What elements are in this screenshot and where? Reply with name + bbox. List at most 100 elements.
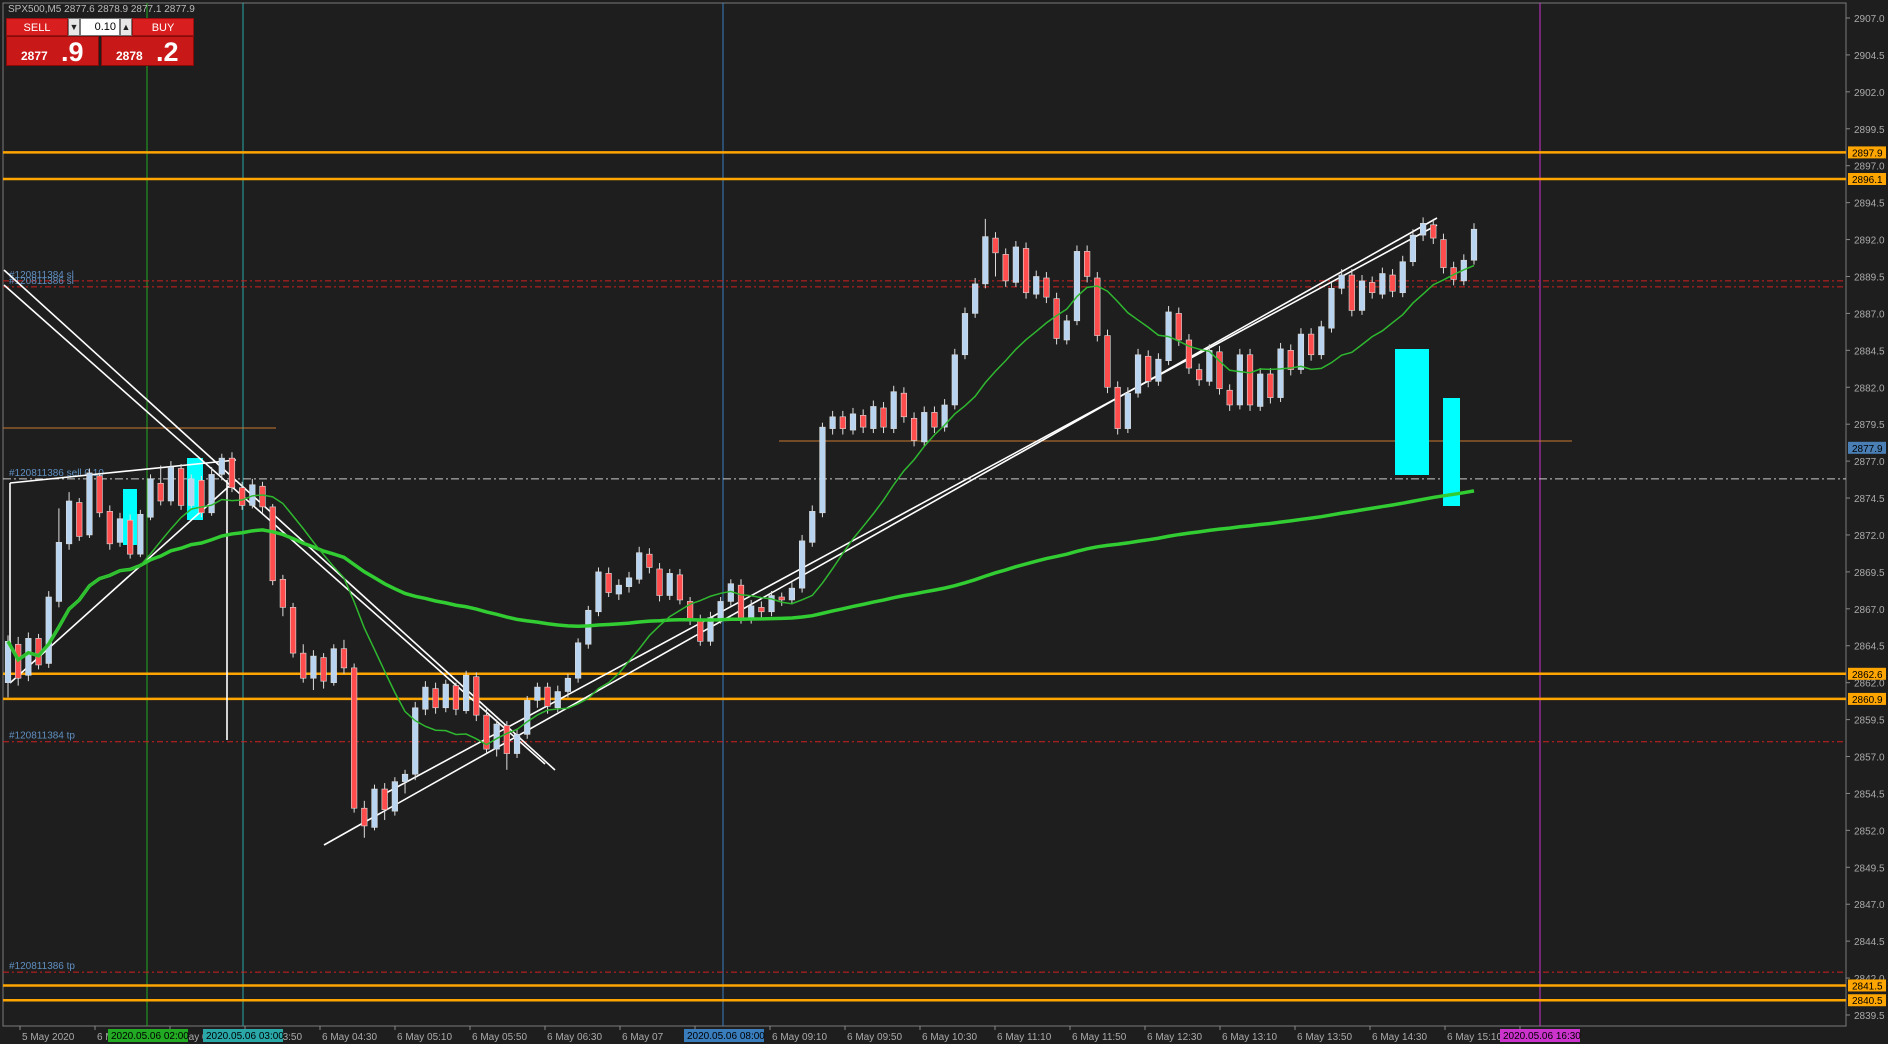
candle-body [514,734,520,753]
candle-body [718,601,724,619]
candle-body [616,585,622,594]
candle-body [239,488,245,506]
candle-body [1054,299,1060,339]
y-tick-label: 2894.5 [1854,199,1885,210]
candle-body [789,588,795,600]
candle-body [1288,350,1294,369]
candle-body [1207,350,1213,381]
candle-body [1339,275,1345,288]
price-tag-label: 2896.1 [1852,175,1883,186]
sell-price-box[interactable]: 2877 .9 [6,36,99,66]
lot-size-input[interactable]: 0.10 [80,18,120,36]
y-tick-label: 2874.5 [1854,494,1885,505]
candle-body [56,542,62,601]
sell-price-fraction: .9 [61,37,84,68]
candle-body [1410,235,1416,262]
candle-body [901,393,907,417]
price-tag-label: 2877.9 [1852,444,1883,455]
candle-body [881,408,887,427]
candle-body [820,427,826,513]
candle-body [1227,390,1233,405]
lot-increase-icon[interactable]: ▲ [120,18,132,36]
price-chart[interactable]: #120811384 sl#120811386 sl#120811384 tp#… [0,0,1888,1044]
candle-body [188,479,194,506]
candle-body [76,502,82,536]
candle-body [952,355,958,405]
candle-body [647,554,653,567]
candle-body [1430,225,1436,238]
candle-body [657,569,663,596]
candle-body [606,573,612,592]
candle-body [738,585,744,619]
candle-body [748,606,754,619]
x-tick-label: 6 May 09:50 [847,1032,902,1043]
candle-body [1064,321,1070,340]
y-tick-label: 2877.0 [1854,457,1885,468]
buy-button[interactable]: BUY [132,18,194,36]
sell-price-main: 2877 [21,49,48,63]
candle-body [87,473,93,535]
x-tick-label: 6 May 06:30 [547,1032,602,1043]
candle-body [117,519,123,543]
y-tick-label: 2884.5 [1854,346,1885,357]
candle-body [1257,374,1263,406]
candle-body [260,486,266,507]
time-highlight-label: 2020.05.06 02:00 [111,1031,189,1042]
order-line-label: #120811386 sl [9,276,74,287]
y-tick-label: 2854.5 [1854,789,1885,800]
candle-body [840,417,846,429]
candle-body [575,643,581,678]
y-tick-label: 2847.0 [1854,900,1885,911]
x-tick-label: 6 May 11:50 [1072,1032,1127,1043]
candle-body [107,511,113,543]
candle-body [311,656,317,678]
candle-body [1441,240,1447,268]
candle-body [911,418,917,440]
lot-decrease-icon[interactable]: ▼ [68,18,80,36]
candle-body [341,649,347,668]
candle-body [362,808,368,826]
order-line-label: #120811384 tp [9,731,75,742]
candle-body [412,708,418,774]
candle-body [351,668,357,808]
y-tick-label: 2872.0 [1854,531,1885,542]
candle-body [300,653,306,678]
candle-body [66,501,72,544]
candle-body [1115,387,1121,428]
candle-body [779,597,785,600]
time-highlight-label: 2020.05.06 08:00 [687,1031,765,1042]
candle-body [1420,223,1426,235]
candle-body [1125,393,1131,428]
buy-price-box[interactable]: 2878 .2 [101,36,194,66]
candle-body [46,597,52,663]
y-tick-label: 2902.0 [1854,88,1885,99]
candle-body [799,541,805,588]
y-tick-label: 2887.0 [1854,309,1885,320]
candle-body [860,415,866,427]
candle-body [535,687,541,700]
time-highlight-label: 2020.05.06 03:00 [206,1031,284,1042]
x-tick-label: 6 May 04:30 [322,1032,377,1043]
sell-button[interactable]: SELL [6,18,68,36]
y-tick-label: 2882.0 [1854,383,1885,394]
x-tick-label: 6 May 05:10 [397,1032,452,1043]
candle-body [433,689,439,708]
signal-highlight [1443,398,1460,506]
y-tick-label: 2897.0 [1854,162,1885,173]
candle-body [219,458,225,474]
candle-body [1196,370,1202,380]
candle-body [1176,313,1182,340]
y-tick-label: 2889.5 [1854,272,1885,283]
candle-body [453,686,459,710]
candle-body [1156,359,1162,381]
candle-body [759,607,765,611]
candle-body [1105,336,1111,388]
candle-body [565,678,571,691]
candle-body [372,789,378,827]
candle-body [494,724,500,749]
x-tick-label: 6 May 13:50 [1297,1032,1352,1043]
candle-body [850,414,856,430]
candle-body [229,458,235,488]
candle-body [667,573,673,595]
x-tick-label: 6 May 14:30 [1372,1032,1427,1043]
